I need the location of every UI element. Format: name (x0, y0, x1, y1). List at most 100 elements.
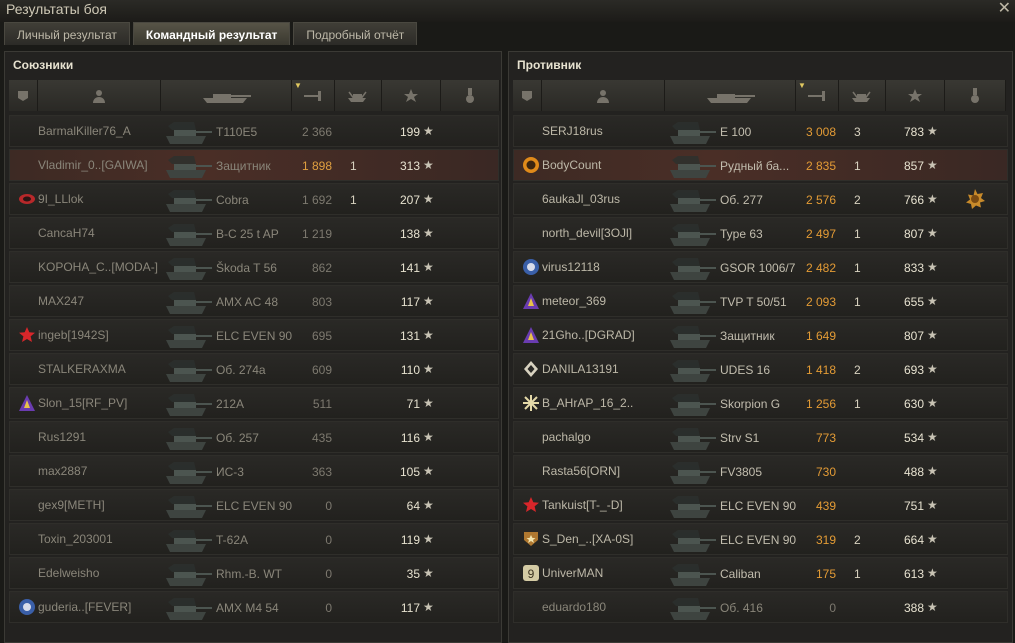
player-column-header[interactable] (38, 80, 161, 111)
player-name: Rasta56[ORN] (542, 464, 621, 478)
player-row[interactable]: BarmalKiller76_A T110E5 2 366 199 ★ (9, 115, 499, 147)
enemies-rows: SERJ18rus E 100 3 008 3 783 ★ BodyCount Рудный … (513, 115, 1008, 625)
player-name: Toxin_203001 (38, 532, 113, 546)
player-row[interactable]: pachalgo Strv S1 773 534 ★ (513, 421, 1008, 453)
kills-value: 3 (854, 125, 861, 139)
vehicle-column-header[interactable] (665, 80, 796, 111)
vehicle-name: Об. 416 (720, 601, 763, 615)
tab-detailed-report[interactable]: Подробный отчёт (293, 22, 418, 45)
damage-value: 2 366 (301, 125, 332, 139)
xp-column-header[interactable] (886, 80, 945, 111)
tank-icon (666, 560, 718, 588)
damage-value: 435 (311, 431, 332, 445)
star-icon: ★ (423, 158, 434, 172)
player-row[interactable]: 9 UniverMAN Caliban 175 1 613 ★ (513, 557, 1008, 589)
star-icon: ★ (423, 328, 434, 342)
damage-value: 319 (815, 533, 836, 547)
kills-value: 1 (854, 397, 861, 411)
damage-value: 609 (311, 363, 332, 377)
player-row[interactable]: north_devil[3OJl] Type 63 2 497 1 807 ★ (513, 217, 1008, 249)
damage-value: 2 576 (805, 193, 836, 207)
player-row[interactable]: 6aukaJl_03rus Об. 277 2 576 2 766 ★ (513, 183, 1008, 215)
clan-emblem-icon (522, 292, 540, 310)
tank-icon (162, 186, 214, 214)
tab-team-result[interactable]: Командный результат (132, 22, 291, 45)
squad-icon (522, 90, 532, 101)
tank-icon (666, 288, 718, 316)
enemies-header: ▼ (513, 80, 1006, 111)
player-name: Slon_15[RF_PV] (38, 396, 128, 410)
player-row[interactable]: SERJ18rus E 100 3 008 3 783 ★ (513, 115, 1008, 147)
tank-header-icon (203, 93, 251, 103)
player-row[interactable]: max2887 ИС-3 363 105 ★ (9, 455, 499, 487)
xp-value: 807 (903, 227, 924, 241)
player-row[interactable]: Slon_15[RF_PV] 212A 511 71 ★ (9, 387, 499, 419)
player-row[interactable]: CancaH74 B-C 25 t AP 1 219 138 ★ (9, 217, 499, 249)
player-row[interactable]: BodyCount Рудный ба... 2 835 1 857 ★ (513, 149, 1008, 181)
squad-column-header[interactable] (513, 80, 542, 111)
tank-icon (666, 390, 718, 418)
damage-value: 439 (815, 499, 836, 513)
damage-value: 0 (829, 601, 836, 615)
player-row[interactable]: gex9[METH] ELC EVEN 90 0 64 ★ (9, 489, 499, 521)
sort-arrow-icon: ▼ (798, 81, 806, 90)
player-name: STALKERAXMA (38, 362, 126, 376)
player-row[interactable]: Toxin_203001 T-62A 0 119 ★ (9, 523, 499, 555)
allies-title: Союзники (13, 58, 74, 72)
damage-value: 2 093 (805, 295, 836, 309)
player-row[interactable]: DANILA13191 UDES 16 1 418 2 693 ★ (513, 353, 1008, 385)
vehicle-name: Caliban (720, 567, 761, 581)
player-name: gex9[METH] (38, 498, 105, 512)
player-row[interactable]: B_AHrAP_16_2.. Skorpion G 1 256 1 630 ★ (513, 387, 1008, 419)
damage-column-header[interactable]: ▼ (796, 80, 839, 111)
star-icon: ★ (423, 600, 434, 614)
medal-award-icon[interactable] (964, 188, 986, 210)
player-row[interactable]: Rus1291 Об. 257 435 116 ★ (9, 421, 499, 453)
player-row[interactable]: Vladimir_0..[GAIWA] Защитник 1 898 1 313 ★ (9, 149, 499, 181)
squad-column-header[interactable] (9, 80, 38, 111)
player-row[interactable]: MAX247 AMX AC 48 803 117 ★ (9, 285, 499, 317)
player-row[interactable]: Edelweisho Rhm.-B. WT 0 35 ★ (9, 557, 499, 589)
player-name: meteor_369 (542, 294, 607, 308)
allies-panel: Союзники ▼ BarmalKiller76_A T110E5 2 366 19… (4, 51, 502, 643)
player-row[interactable]: S_Den_..[XA-0S] ELC EVEN 90 319 2 664 ★ (513, 523, 1008, 555)
player-name: north_devil[3OJl] (542, 226, 633, 240)
player-column-header[interactable] (542, 80, 665, 111)
player-row[interactable]: Rasta56[ORN] FV3805 730 488 ★ (513, 455, 1008, 487)
star-icon: ★ (423, 396, 434, 410)
tab-personal-result[interactable]: Личный результат (4, 22, 130, 45)
player-row[interactable]: eduardo180 Об. 416 0 388 ★ (513, 591, 1008, 623)
vehicle-name: B-C 25 t AP (216, 227, 279, 241)
medals-column-header[interactable] (441, 80, 500, 111)
window-title: Результаты боя (6, 1, 108, 17)
player-name: MAX247 (38, 294, 85, 308)
player-name: S_Den_..[XA-0S] (542, 532, 634, 546)
xp-value: 488 (903, 465, 924, 479)
player-row[interactable]: STALKERAXMA Об. 274а 609 110 ★ (9, 353, 499, 385)
star-icon: ★ (927, 396, 938, 410)
vehicle-column-header[interactable] (161, 80, 292, 111)
kills-column-header[interactable] (335, 80, 382, 111)
player-row[interactable]: virus12118 GSOR 1006/7 2 482 1 833 ★ (513, 251, 1008, 283)
vehicle-name: Strv S1 (720, 431, 760, 445)
player-row[interactable]: Tankuist[T-_-D] ELC EVEN 90 439 751 ★ (513, 489, 1008, 521)
player-row[interactable]: ingeb[1942S] ELC EVEN 90 695 131 ★ (9, 319, 499, 351)
damage-value: 1 256 (805, 397, 836, 411)
player-row[interactable]: 21Gho..[DGRAD] Защитник 1 649 807 ★ (513, 319, 1008, 351)
star-icon: ★ (927, 158, 938, 172)
clan-emblem-icon (522, 394, 540, 412)
player-row[interactable]: 9I_LLlok Cobra 1 692 1 207 ★ (9, 183, 499, 215)
player-row[interactable]: meteor_369 TVP T 50/51 2 093 1 655 ★ (513, 285, 1008, 317)
damage-column-header[interactable]: ▼ (292, 80, 335, 111)
damage-value: 3 008 (805, 125, 836, 139)
tank-header-icon (707, 93, 755, 103)
player-row[interactable]: KOPOHA_C..[MODA-] Škoda T 56 862 141 ★ (9, 251, 499, 283)
medals-column-header[interactable] (945, 80, 1006, 111)
xp-column-header[interactable] (382, 80, 441, 111)
enemies-title: Противник (517, 58, 582, 72)
star-icon: ★ (423, 464, 434, 478)
close-icon[interactable]: ✕ (998, 0, 1011, 18)
kills-column-header[interactable] (839, 80, 886, 111)
star-icon: ★ (927, 498, 938, 512)
player-row[interactable]: guderia..[FEVER] AMX M4 54 0 117 ★ (9, 591, 499, 623)
